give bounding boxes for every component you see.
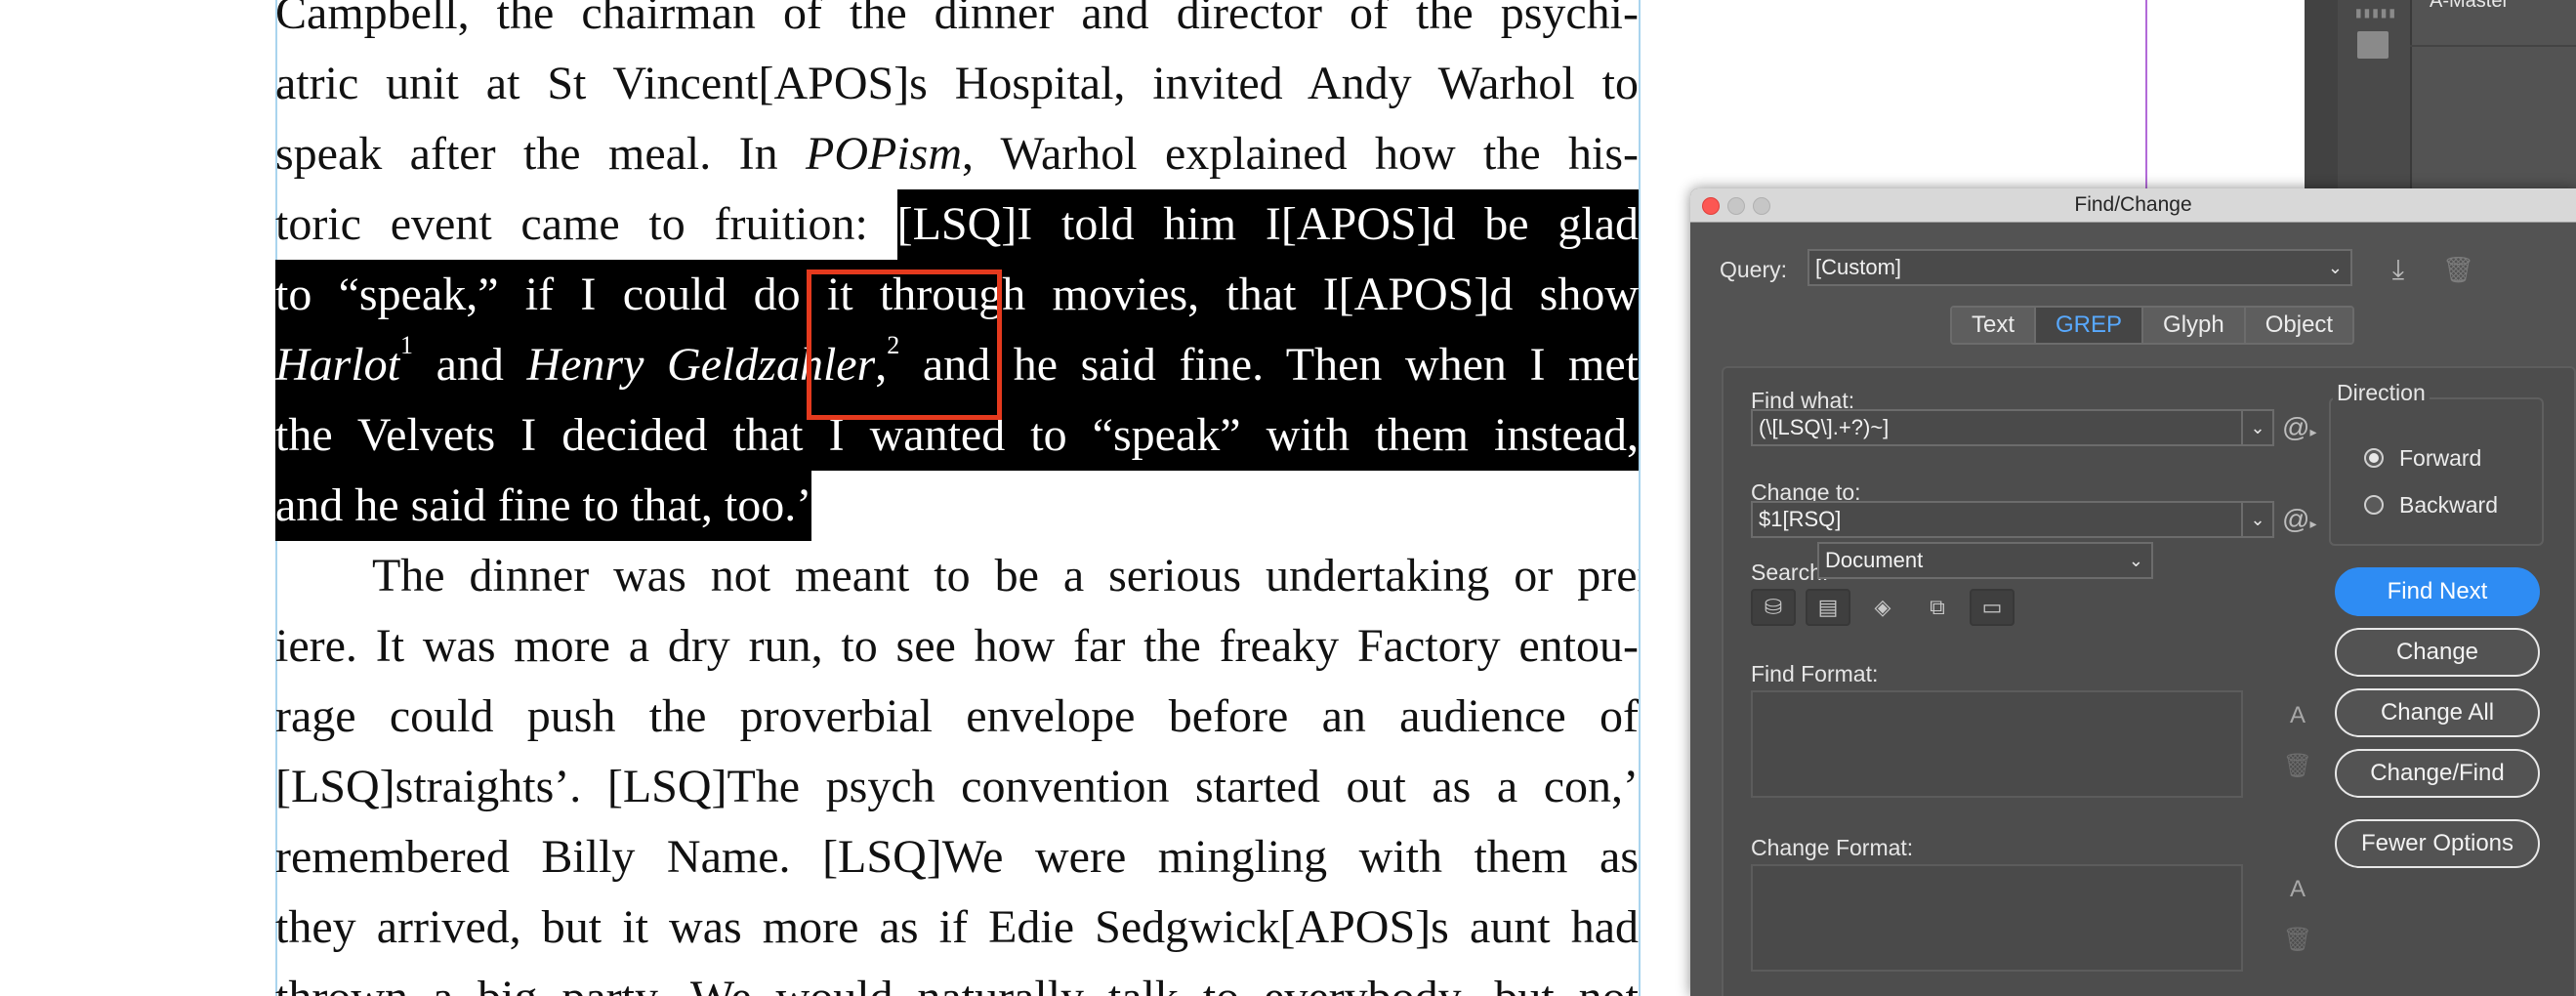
find-format-box[interactable] [1751, 690, 2243, 798]
tab-text[interactable]: Text [1952, 308, 2037, 343]
change-format-label: Change Format: [1751, 835, 1914, 860]
selected-text-run: , [875, 330, 888, 400]
selected-text-run: to “speak,” if I could do it through mov… [275, 260, 1639, 330]
selected-text-run: the Velvets I decided that I wanted to “… [275, 400, 1639, 471]
change-to-dropdown-button[interactable]: ⌄ [2241, 501, 2274, 538]
text-line[interactable]: toric event came to fruition: [LSQ]I tol… [275, 189, 1639, 260]
include-footnotes-icon[interactable]: ▭ [1970, 589, 2015, 626]
tab-grep[interactable]: GREP [2036, 308, 2144, 343]
selected-text-run: and he said fine. Then when I met [899, 330, 1639, 400]
text-line[interactable]: to “speak,” if I could do it through mov… [275, 260, 1639, 330]
text-line[interactable]: remembered Billy Name. [LSQ]We were ming… [275, 822, 1639, 892]
selected-text-run: Henry Geldzahler [526, 330, 876, 400]
change-find-button[interactable]: Change/Find [2335, 749, 2540, 798]
text-run: The dinner was not meant to be a serious… [275, 550, 1639, 602]
change-format-box[interactable] [1751, 864, 2243, 972]
text-line[interactable]: iere. It was more a dry run, to see how … [275, 611, 1639, 682]
change-to-input[interactable]: $1[RSQ] [1751, 501, 2243, 538]
right-margin-guide [1639, 0, 1641, 996]
text-line[interactable]: rage could push the proverbial envelope … [275, 682, 1639, 752]
save-query-icon[interactable]: ⤓ [2382, 255, 2415, 284]
text-run: remembered Billy Name. [LSQ]We were ming… [275, 831, 1639, 883]
forward-label: Forward [2399, 444, 2482, 471]
direction-forward-option[interactable]: Forward [2364, 440, 2481, 476]
query-label: Query: [1720, 257, 1788, 282]
special-characters-find-icon[interactable]: @▸ [2282, 411, 2317, 444]
text-run: speak after the meal. In [275, 128, 807, 180]
text-run: rage could push the proverbial envelope … [275, 690, 1639, 742]
include-locked-stories-icon[interactable]: ▤ [1806, 589, 1850, 626]
text-line[interactable]: Campbell, the chairman of the dinner and… [275, 0, 1639, 49]
selected-text-run: 2 [887, 330, 900, 400]
text-run: [LSQ]straights’. [LSQ]The psych conventi… [275, 761, 1639, 812]
text-run: , Warhol explained how the his- [962, 128, 1639, 180]
master-page-icon [2357, 31, 2389, 59]
special-characters-change-icon[interactable]: @▸ [2282, 503, 2317, 536]
text-line[interactable]: and he said fine to that, too.’ [275, 471, 1639, 541]
chevron-down-icon: ⌄ [2128, 551, 2143, 570]
text-line[interactable]: [LSQ]straights’. [LSQ]The psych conventi… [275, 752, 1639, 822]
text-run: Campbell, the chairman of the dinner and… [275, 0, 1639, 39]
pages-panel: ▮▮▮▮▮ A-Master [2305, 0, 2576, 190]
text-line[interactable]: the Velvets I decided that I wanted to “… [275, 400, 1639, 471]
clear-change-format-icon[interactable]: 🗑 [2282, 925, 2313, 956]
dialog-titlebar[interactable]: Find/Change [1690, 188, 2576, 223]
clear-find-format-icon[interactable]: 🗑 [2282, 751, 2313, 782]
find-what-input[interactable]: (\[LSQ\].+?)~] [1751, 409, 2243, 446]
panel-divider [2410, 45, 2576, 47]
tab-object[interactable]: Object [2245, 308, 2353, 343]
selected-text-run: Harlot [275, 330, 401, 400]
text-run: iere. It was more a dry run, to see how … [275, 620, 1639, 672]
text-run: POPism [806, 128, 962, 180]
include-hidden-layers-icon[interactable]: ◈ [1860, 589, 1905, 626]
fewer-options-button[interactable]: Fewer Options [2335, 819, 2540, 868]
selected-text-run: and [413, 330, 527, 400]
text-run: atric unit at St Vincent[APOS]s Hospital… [275, 58, 1639, 109]
include-master-pages-icon[interactable]: ⧉ [1915, 589, 1960, 626]
dialog-title: Find/Change [2074, 193, 2192, 216]
master-thumbnail[interactable]: ▮▮▮▮▮ [2338, 0, 2412, 190]
direction-backward-option[interactable]: Backward [2364, 487, 2498, 522]
selected-text-run: 1 [400, 330, 414, 400]
text-line[interactable]: thrown a big party. We would naturally t… [275, 963, 1639, 996]
text-run: thrown a big party. We would naturally t… [275, 963, 1639, 996]
selected-text-run: [LSQ]I told him I[APOS]d be glad [896, 189, 1639, 260]
delete-query-icon[interactable]: 🗑 [2442, 255, 2474, 284]
text-line[interactable]: they arrived, but it was more as if Edie… [275, 892, 1639, 963]
text-line[interactable]: The dinner was not meant to be a serious… [275, 541, 1639, 611]
query-select[interactable]: [Custom] ⌄ [1807, 249, 2352, 286]
find-what-dropdown-button[interactable]: ⌄ [2241, 409, 2274, 446]
master-page-label[interactable]: A-Master [2430, 0, 2509, 13]
find-change-dialog: Find/Change Query: [Custom] ⌄ ⤓ 🗑 Text GR… [1690, 188, 2576, 996]
direction-group: Forward Backward [2329, 397, 2544, 546]
backward-label: Backward [2399, 491, 2498, 518]
selected-text-run: and he said fine to that, too.’ [275, 471, 812, 541]
find-format-label: Find Format: [1751, 661, 1879, 686]
pages-panel-content: ▮▮▮▮▮ A-Master [2338, 0, 2576, 190]
query-value: [Custom] [1815, 255, 1902, 279]
direction-label: Direction [2333, 380, 2430, 406]
chevron-down-icon: ⌄ [2327, 258, 2343, 277]
tab-glyph[interactable]: Glyph [2143, 308, 2246, 343]
forward-radio[interactable] [2364, 448, 2384, 468]
text-line[interactable]: Harlot1 and Henry Geldzahler,2 and he sa… [275, 330, 1639, 400]
specify-change-format-icon[interactable]: A [2282, 874, 2313, 905]
text-frame[interactable]: Campbell, the chairman of the dinner and… [275, 0, 1639, 996]
text-line[interactable]: atric unit at St Vincent[APOS]s Hospital… [275, 49, 1639, 119]
include-locked-layers-icon[interactable]: ⛁ [1751, 589, 1796, 626]
master-thumbnail-dots: ▮▮▮▮▮ [2355, 6, 2398, 20]
change-button[interactable]: Change [2335, 628, 2540, 677]
text-run: they arrived, but it was more as if Edie… [275, 901, 1639, 953]
specify-find-format-icon[interactable]: A [2282, 700, 2313, 731]
search-scope-value: Document [1825, 548, 1924, 572]
change-all-button[interactable]: Change All [2335, 688, 2540, 737]
text-line[interactable]: speak after the meal. In POPism, Warhol … [275, 119, 1639, 189]
search-scope-select[interactable]: Document ⌄ [1817, 542, 2153, 579]
search-mode-tabs: Text GREP Glyph Object [1950, 306, 2355, 345]
text-run: toric event came to fruition: [275, 198, 897, 250]
backward-radio[interactable] [2364, 495, 2384, 515]
find-next-button[interactable]: Find Next [2335, 567, 2540, 616]
